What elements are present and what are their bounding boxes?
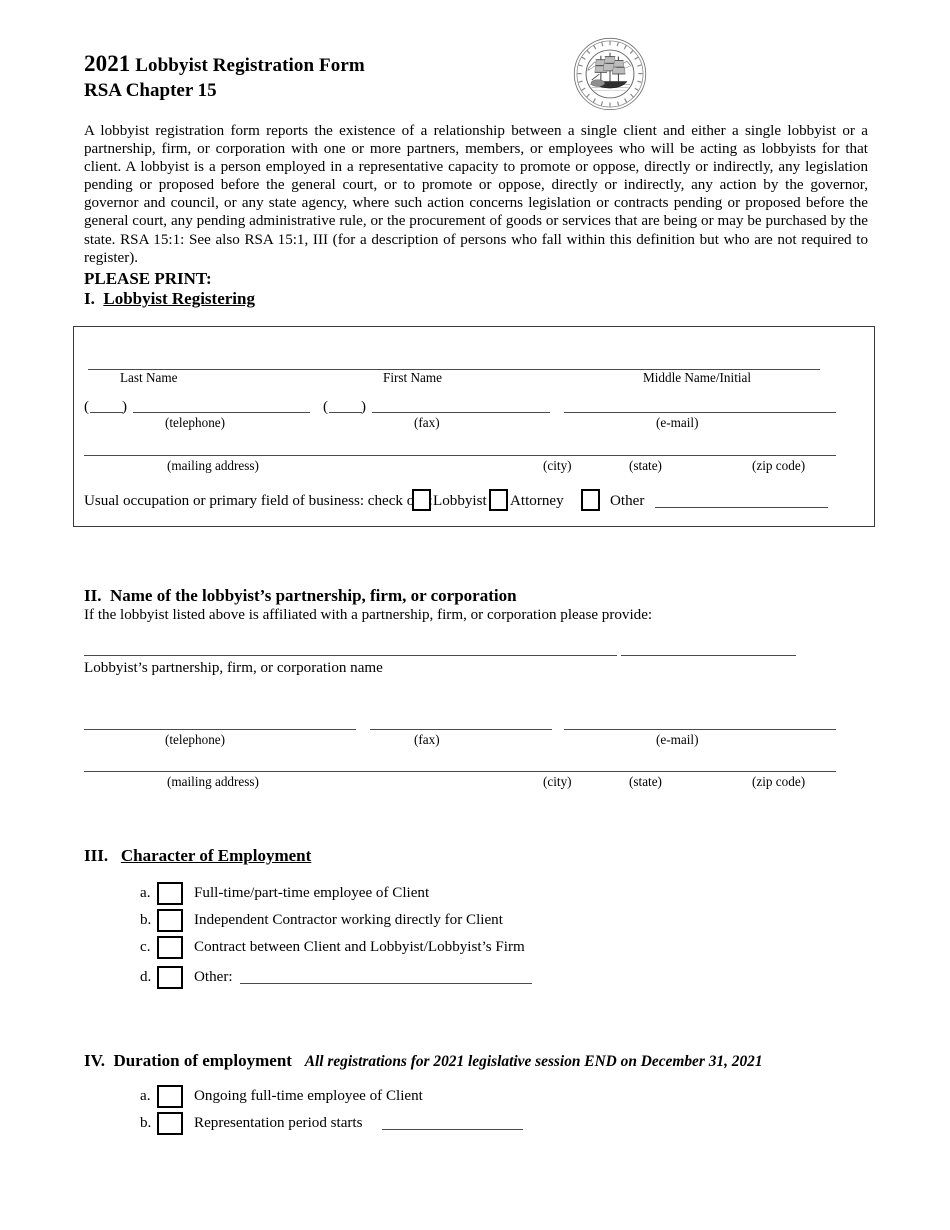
occupation-attorney-label: Attorney [510, 493, 564, 509]
section-4-option-b-letter: b. [140, 1115, 152, 1131]
please-print-label: PLEASE PRINT: [84, 269, 212, 288]
document-page: 2021 Lobbyist Registration Form RSA Chap… [0, 0, 950, 1230]
mailing-address-label: (mailing address) [167, 458, 259, 473]
occupation-prompt: Usual occupation or primary field of bus… [84, 493, 433, 509]
section-3-option-d-label: Other: [194, 969, 233, 985]
section-3-heading: III. Character of Employment [84, 845, 311, 866]
occupation-lobbyist-label: Lobbyist [433, 493, 487, 509]
checkbox-occupation-other[interactable] [581, 489, 600, 511]
firm-name-label: Lobbyist’s partnership, firm, or corpora… [84, 660, 383, 676]
checkbox-employment-contract[interactable] [157, 936, 183, 959]
fax-area-code-line[interactable] [329, 412, 362, 413]
document-header: 2021 Lobbyist Registration Form RSA Chap… [84, 52, 784, 103]
page-subtitle: RSA Chapter 15 [84, 80, 217, 101]
firm-zip-code-label: (zip code) [752, 774, 806, 789]
section-4-option-a-letter: a. [140, 1088, 151, 1104]
checkbox-duration-representation-period[interactable] [157, 1112, 183, 1135]
city-label: (city) [543, 458, 572, 473]
checkbox-occupation-lobbyist[interactable] [412, 489, 431, 511]
firm-state-label: (state) [629, 774, 662, 789]
section-2-subtext: If the lobbyist listed above is affiliat… [84, 607, 653, 623]
section-3-option-a-label: Full-time/part-time employee of Client [194, 885, 430, 901]
section-4-number: IV. [84, 1051, 105, 1070]
last-name-label: Last Name [120, 370, 178, 385]
section-1-number: I. [84, 289, 95, 308]
section-3-number: III. [84, 846, 109, 865]
section-4-option-a-label: Ongoing full-time employee of Client [194, 1088, 423, 1104]
firm-telephone-label: (telephone) [165, 732, 226, 747]
firm-fax-line[interactable] [370, 729, 552, 730]
section-4-heading: IV. Duration of employment All registrat… [84, 1050, 763, 1072]
telephone-label: (telephone) [165, 415, 226, 430]
section-3-option-c-letter: c. [140, 939, 151, 955]
checkbox-employment-other[interactable] [157, 966, 183, 989]
section-3-other-input-line[interactable] [240, 983, 532, 984]
fax-label: (fax) [414, 415, 440, 430]
section-3-option-c-label: Contract between Client and Lobbyist/Lob… [194, 939, 525, 955]
section-2-number: II. [84, 586, 102, 605]
checkbox-occupation-attorney[interactable] [489, 489, 508, 511]
firm-email-line[interactable] [564, 729, 836, 730]
middle-name-label: Middle Name/Initial [643, 370, 752, 385]
title-text: Lobbyist Registration Form [135, 55, 365, 76]
section-2-title: Name of the lobbyist’s partnership, firm… [109, 586, 517, 605]
section-1-heading: I. Lobbyist Registering [84, 288, 255, 309]
section-3-option-a-letter: a. [140, 885, 151, 901]
fax-line[interactable] [372, 412, 550, 413]
mailing-address-line[interactable] [84, 455, 836, 456]
email-label: (e-mail) [656, 415, 699, 430]
section-3-title: Character of Employment [120, 846, 312, 865]
section-4-option-b-label: Representation period starts [194, 1115, 363, 1131]
section-4-note: All registrations for 2021 legislative s… [304, 1053, 763, 1070]
telephone-area-code-line[interactable] [90, 412, 123, 413]
intro-paragraph: A lobbyist registration form reports the… [84, 123, 868, 266]
telephone-area-code-open-paren: ( [84, 399, 90, 415]
title-year: 2021 [84, 51, 131, 76]
telephone-line[interactable] [133, 412, 310, 413]
firm-email-label: (e-mail) [656, 732, 699, 747]
first-name-label: First Name [383, 370, 442, 385]
firm-mailing-address-label: (mailing address) [167, 774, 259, 789]
firm-mailing-address-line[interactable] [84, 771, 836, 772]
fax-area-code-close-paren: ) [361, 399, 367, 415]
email-line[interactable] [564, 412, 836, 413]
state-seal-icon [573, 37, 647, 111]
section-4-representation-period-input-line[interactable] [382, 1129, 523, 1130]
occupation-other-input-line[interactable] [655, 507, 828, 508]
section-3-option-b-letter: b. [140, 912, 152, 928]
page-title: 2021 Lobbyist Registration Form [84, 52, 784, 78]
checkbox-employment-full-time[interactable] [157, 882, 183, 905]
telephone-area-code-close-paren: ) [122, 399, 128, 415]
section-3-option-b-label: Independent Contractor working directly … [194, 912, 503, 928]
section-2-heading: II. Name of the lobbyist’s partnership, … [84, 585, 517, 606]
section-3-option-d-letter: d. [140, 969, 152, 985]
firm-city-label: (city) [543, 774, 572, 789]
firm-fax-label: (fax) [414, 732, 440, 747]
checkbox-employment-independent-contractor[interactable] [157, 909, 183, 932]
firm-name-line-right[interactable] [621, 655, 796, 656]
firm-telephone-line[interactable] [84, 729, 356, 730]
firm-name-line-left[interactable] [84, 655, 617, 656]
state-label: (state) [629, 458, 662, 473]
occupation-other-label: Other [610, 493, 645, 509]
zip-code-label: (zip code) [752, 458, 806, 473]
section-4-title: Duration of employment [113, 1051, 292, 1070]
checkbox-duration-ongoing[interactable] [157, 1085, 183, 1108]
section-1-title: Lobbyist Registering [103, 289, 255, 308]
fax-area-code-open-paren: ( [323, 399, 329, 415]
